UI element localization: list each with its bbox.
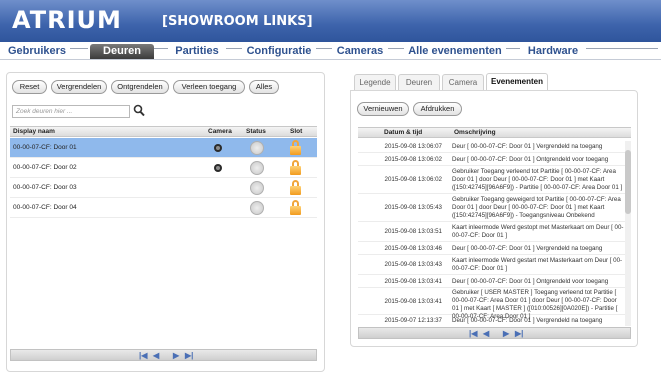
event-description: Deur [ 00-00-07-CF: Door 01 ] Ontgrendel… bbox=[452, 278, 609, 285]
doors-table-header: Display naam Camera Status Slot bbox=[10, 126, 317, 137]
event-description: Kaart inleermode Werd gestopt met Master… bbox=[452, 224, 624, 239]
event-date: 2015-09-08 13:03:46 bbox=[384, 245, 442, 252]
main-nav: Gebruikers Deuren Partities Configuratie… bbox=[0, 42, 661, 60]
event-row[interactable]: 2015-09-08 13:03:46 Deur [ 00-00-07-CF: … bbox=[358, 242, 628, 255]
col-status[interactable]: Status bbox=[246, 127, 266, 137]
nav-divider bbox=[154, 48, 168, 49]
event-description: Deur [ 00-00-07-CF: Door 01 ] Vergrendel… bbox=[452, 317, 603, 324]
camera-icon[interactable] bbox=[214, 164, 222, 172]
first-page-icon[interactable]: |◀ bbox=[469, 328, 477, 339]
last-page-icon[interactable]: ▶| bbox=[515, 328, 523, 339]
lock-icon bbox=[290, 180, 301, 195]
event-row[interactable]: 2015-09-07 12:13:37 Deur [ 00-00-07-CF: … bbox=[358, 315, 628, 327]
col-display-name[interactable]: Display naam bbox=[13, 127, 55, 137]
prev-page-icon[interactable]: ◀ bbox=[153, 350, 159, 361]
door-name: 00-00-07-CF: Door 04 bbox=[13, 204, 77, 211]
events-scrollbar-thumb[interactable] bbox=[625, 150, 631, 214]
status-indicator bbox=[250, 141, 264, 155]
door-name: 00-00-07-CF: Door 02 bbox=[13, 164, 77, 171]
event-row[interactable]: 2015-09-08 13:06:02 Gebruiker Toegang ve… bbox=[358, 166, 628, 194]
last-page-icon[interactable]: ▶| bbox=[185, 350, 193, 361]
tab-deuren[interactable]: Deuren bbox=[398, 74, 440, 90]
event-description: Deur [ 00-00-07-CF: Door 01 ] Vergrendel… bbox=[452, 245, 603, 252]
col-camera[interactable]: Camera bbox=[208, 127, 232, 137]
status-indicator bbox=[250, 201, 264, 215]
event-row[interactable]: 2015-09-08 13:03:41 Gebruiker [ USER MAS… bbox=[358, 288, 628, 320]
prev-page-icon[interactable]: ◀ bbox=[483, 328, 489, 339]
door-name: 00-00-07-CF: Door 01 bbox=[13, 144, 77, 151]
door-row[interactable]: 00-00-07-CF: Door 02 bbox=[10, 158, 317, 178]
events-pager: |◀ ◀ ▶ ▶| bbox=[358, 327, 631, 339]
nav-divider bbox=[506, 48, 520, 49]
camera-icon[interactable] bbox=[214, 144, 222, 152]
reset-button[interactable]: Reset bbox=[12, 80, 47, 94]
tab-camera[interactable]: Camera bbox=[442, 74, 484, 90]
print-button[interactable]: Afdrukken bbox=[413, 102, 462, 116]
door-row[interactable]: 00-00-07-CF: Door 03 bbox=[10, 178, 317, 198]
first-page-icon[interactable]: |◀ bbox=[139, 350, 147, 361]
nav-configuratie[interactable]: Configuratie bbox=[242, 44, 316, 59]
nav-alle-evenementen[interactable]: Alle evenementen bbox=[404, 44, 506, 59]
event-date: 2015-09-08 13:06:02 bbox=[384, 176, 442, 183]
lock-icon bbox=[290, 140, 301, 155]
event-date: 2015-09-08 13:03:41 bbox=[384, 298, 442, 305]
event-date: 2015-09-08 13:03:51 bbox=[384, 228, 442, 235]
event-row[interactable]: 2015-09-08 13:03:41 Deur [ 00-00-07-CF: … bbox=[358, 275, 628, 288]
app-header: ATRIUM [SHOWROOM LINKS] bbox=[0, 0, 661, 42]
all-button[interactable]: Alles bbox=[249, 80, 279, 94]
lock-icon bbox=[290, 160, 301, 175]
nav-divider bbox=[316, 48, 332, 49]
col-description[interactable]: Omschrijving bbox=[454, 128, 496, 138]
grant-access-button[interactable]: Verleen toegang bbox=[173, 80, 245, 94]
unlock-button[interactable]: Ontgrendelen bbox=[111, 80, 169, 94]
tab-legende[interactable]: Legende bbox=[354, 74, 396, 90]
event-date: 2015-09-08 13:03:43 bbox=[384, 261, 442, 268]
nav-hardware[interactable]: Hardware bbox=[520, 44, 586, 59]
status-indicator bbox=[250, 161, 264, 175]
event-row[interactable]: 2015-09-08 13:06:02 Deur [ 00-00-07-CF: … bbox=[358, 153, 628, 166]
event-description: Gebruiker Toegang verleend tot Partitie … bbox=[452, 168, 623, 191]
lock-icon bbox=[290, 200, 301, 215]
nav-partities[interactable]: Partities bbox=[168, 44, 226, 59]
door-row[interactable]: 00-00-07-CF: Door 01 bbox=[10, 138, 317, 158]
tab-evenementen[interactable]: Evenementen bbox=[486, 73, 548, 90]
refresh-button[interactable]: Vernieuwen bbox=[357, 102, 409, 116]
col-slot[interactable]: Slot bbox=[290, 127, 302, 137]
event-date: 2015-09-07 12:13:37 bbox=[384, 317, 442, 324]
next-page-icon[interactable]: ▶ bbox=[173, 350, 179, 361]
event-date: 2015-09-08 13:03:41 bbox=[384, 278, 442, 285]
event-description: Gebruiker Toegang geweigerd tot Partitie… bbox=[452, 196, 621, 219]
lock-button[interactable]: Vergrendelen bbox=[51, 80, 107, 94]
atrium-logo: ATRIUM bbox=[12, 6, 122, 34]
nav-divider bbox=[226, 48, 242, 49]
nav-divider bbox=[70, 48, 88, 49]
event-description: Kaart inleermode Werd gestart met Master… bbox=[452, 257, 623, 272]
status-indicator bbox=[250, 181, 264, 195]
door-row[interactable]: 00-00-07-CF: Door 04 bbox=[10, 198, 317, 218]
event-date: 2015-09-08 13:06:07 bbox=[384, 143, 442, 150]
events-table-header: Datum & tijd Omschrijving bbox=[358, 127, 631, 138]
nav-divider bbox=[586, 48, 658, 49]
nav-cameras[interactable]: Cameras bbox=[332, 44, 388, 59]
door-name: 00-00-07-CF: Door 03 bbox=[13, 184, 77, 191]
nav-divider bbox=[388, 48, 404, 49]
event-description: Deur [ 00-00-07-CF: Door 01 ] Vergrendel… bbox=[452, 143, 603, 150]
event-row[interactable]: 2015-09-08 13:03:43 Kaart inleermode Wer… bbox=[358, 255, 628, 275]
event-date: 2015-09-08 13:05:43 bbox=[384, 204, 442, 211]
nav-deuren[interactable]: Deuren bbox=[90, 44, 154, 59]
event-date: 2015-09-08 13:06:02 bbox=[384, 156, 442, 163]
search-icon[interactable] bbox=[133, 104, 145, 117]
nav-gebruikers[interactable]: Gebruikers bbox=[4, 44, 70, 59]
doors-pager: |◀ ◀ ▶ ▶| bbox=[10, 349, 317, 361]
event-row[interactable]: 2015-09-08 13:06:07 Deur [ 00-00-07-CF: … bbox=[358, 140, 628, 153]
col-date-time[interactable]: Datum & tijd bbox=[384, 128, 422, 138]
event-row[interactable]: 2015-09-08 13:03:51 Kaart inleermode Wer… bbox=[358, 222, 628, 242]
site-subtitle: [SHOWROOM LINKS] bbox=[162, 14, 313, 29]
event-description: Deur [ 00-00-07-CF: Door 01 ] Ontgrendel… bbox=[452, 156, 609, 163]
next-page-icon[interactable]: ▶ bbox=[503, 328, 509, 339]
door-search-input[interactable]: Zoek deuren hier ... bbox=[12, 105, 130, 118]
event-row[interactable]: 2015-09-08 13:05:43 Gebruiker Toegang ge… bbox=[358, 194, 628, 222]
